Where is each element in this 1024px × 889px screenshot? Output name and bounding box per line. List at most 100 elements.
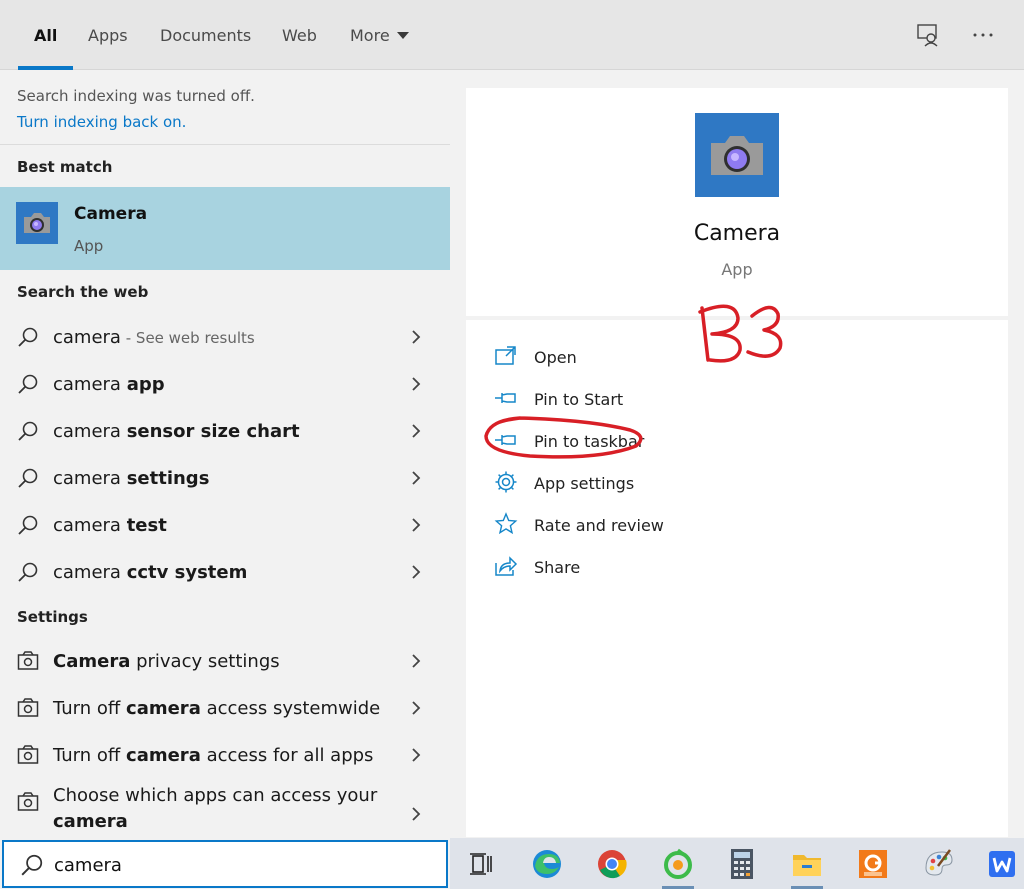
search-tab-bar: All Apps Documents Web More [0,0,1024,70]
web-result[interactable]: camera app [0,361,450,407]
query-text: camera [53,421,127,442]
wps-icon[interactable] [984,846,1020,882]
chevron-right-icon[interactable] [410,746,422,764]
app-actions-list: Open Pin to Start Pin to taskbar App set… [466,320,1008,837]
tab-web[interactable]: Web [282,0,317,70]
web-result[interactable]: camera - See web results [0,314,450,360]
settings-result[interactable]: Camera privacy settings [0,638,450,684]
query-text: camera [53,562,127,583]
search-box[interactable] [2,840,448,888]
app-icon[interactable] [660,846,696,889]
results-panel: Search indexing was turned off. Turn ind… [0,71,450,837]
pin-icon [495,435,516,445]
feedback-icon[interactable] [916,22,942,48]
preview-app-type: App [721,260,753,279]
search-icon [18,327,38,347]
chevron-right-icon[interactable] [410,422,422,440]
search-icon [18,374,38,394]
chevron-right-icon[interactable] [410,469,422,487]
action-label: Pin to taskbar [534,432,645,451]
preview-app-name: Camera [693,221,781,246]
search-icon [18,515,38,535]
chevron-right-icon[interactable] [410,563,422,581]
section-settings: Settings [17,608,88,626]
suggestion-text: settings [126,468,210,489]
divider [0,144,450,145]
chevron-right-icon[interactable] [410,805,422,823]
query-text: camera [53,515,127,536]
action-label: Open [534,348,577,367]
chevron-right-icon[interactable] [410,699,422,717]
settings-result-text: Turn off camera access for all apps [53,745,373,766]
more-options-icon[interactable] [970,22,996,48]
settings-result-text: Camera privacy settings [53,651,280,672]
chevron-right-icon[interactable] [410,328,422,346]
camera-outline-icon [17,745,39,764]
search-icon [18,421,38,441]
open-icon [495,346,516,365]
section-search-the-web: Search the web [17,283,149,301]
tab-more-label: More [350,26,390,45]
text-part: Turn off [53,698,127,719]
tab-all[interactable]: All [17,0,74,70]
task-view-icon[interactable] [463,846,499,882]
text-part: access for all apps [200,745,374,766]
star-icon [494,512,518,535]
tab-documents[interactable]: Documents [160,0,251,70]
text-part: Turn off [53,745,127,766]
chevron-down-icon [396,32,409,39]
search-icon [21,854,43,876]
gear-icon [495,471,517,493]
settings-result[interactable]: Choose which apps can access your camera [0,779,450,839]
search-icon [18,468,38,488]
web-result-text: camera sensor size chart [53,421,300,442]
settings-result[interactable]: Turn off camera access for all apps [0,732,450,778]
web-result-text: camera cctv system [53,562,247,583]
turn-indexing-on-link[interactable]: Turn indexing back on. [17,113,186,131]
chevron-right-icon[interactable] [410,652,422,670]
chrome-icon[interactable] [594,846,630,882]
camera-outline-icon [17,651,39,670]
web-result[interactable]: camera settings [0,455,450,501]
web-result-text: camera - See web results [53,327,255,348]
text-part: Choose which apps can access your [53,785,378,806]
text-bold: Camera [53,651,131,672]
suggestion-text: sensor size chart [126,421,300,442]
paint-icon[interactable] [920,846,956,882]
chevron-right-icon[interactable] [410,375,422,393]
edge-icon[interactable] [529,846,565,882]
text-part: access systemwide [200,698,381,719]
share-icon [495,556,518,576]
best-match-type: App [74,237,104,255]
best-match-name: Camera [74,204,148,224]
see-web-results-text: - See web results [120,329,255,347]
web-result[interactable]: camera cctv system [0,549,450,595]
camera-icon [695,113,779,197]
chevron-right-icon[interactable] [410,516,422,534]
settings-result-text: Turn off camera access systemwide [53,698,380,719]
pin-icon [495,393,516,403]
tab-more[interactable]: More [350,0,409,70]
text-bold: camera [126,745,201,766]
camera-icon [16,202,58,244]
settings-result[interactable]: Turn off camera access systemwide [0,685,450,731]
action-label: Rate and review [534,516,664,535]
app-preview-card: Camera App [466,88,1008,316]
text-bold: camera [53,811,128,832]
action-label: Share [534,558,581,577]
suggestion-text: cctv system [126,562,248,583]
web-result[interactable]: camera sensor size chart [0,408,450,454]
suggestion-text: app [126,374,165,395]
best-match-camera[interactable]: Camera App [0,187,450,270]
action-label: Pin to Start [534,390,624,409]
search-input[interactable] [54,850,434,880]
tab-apps[interactable]: Apps [88,0,128,70]
web-result-text: camera settings [53,468,209,489]
suggestion-text: test [126,515,167,536]
calculator-icon[interactable] [724,846,760,882]
text-bold: camera [126,698,201,719]
pdf-icon[interactable] [855,846,891,882]
action-label: App settings [534,474,635,493]
file-explorer-icon[interactable] [789,846,825,889]
web-result[interactable]: camera test [0,502,450,548]
